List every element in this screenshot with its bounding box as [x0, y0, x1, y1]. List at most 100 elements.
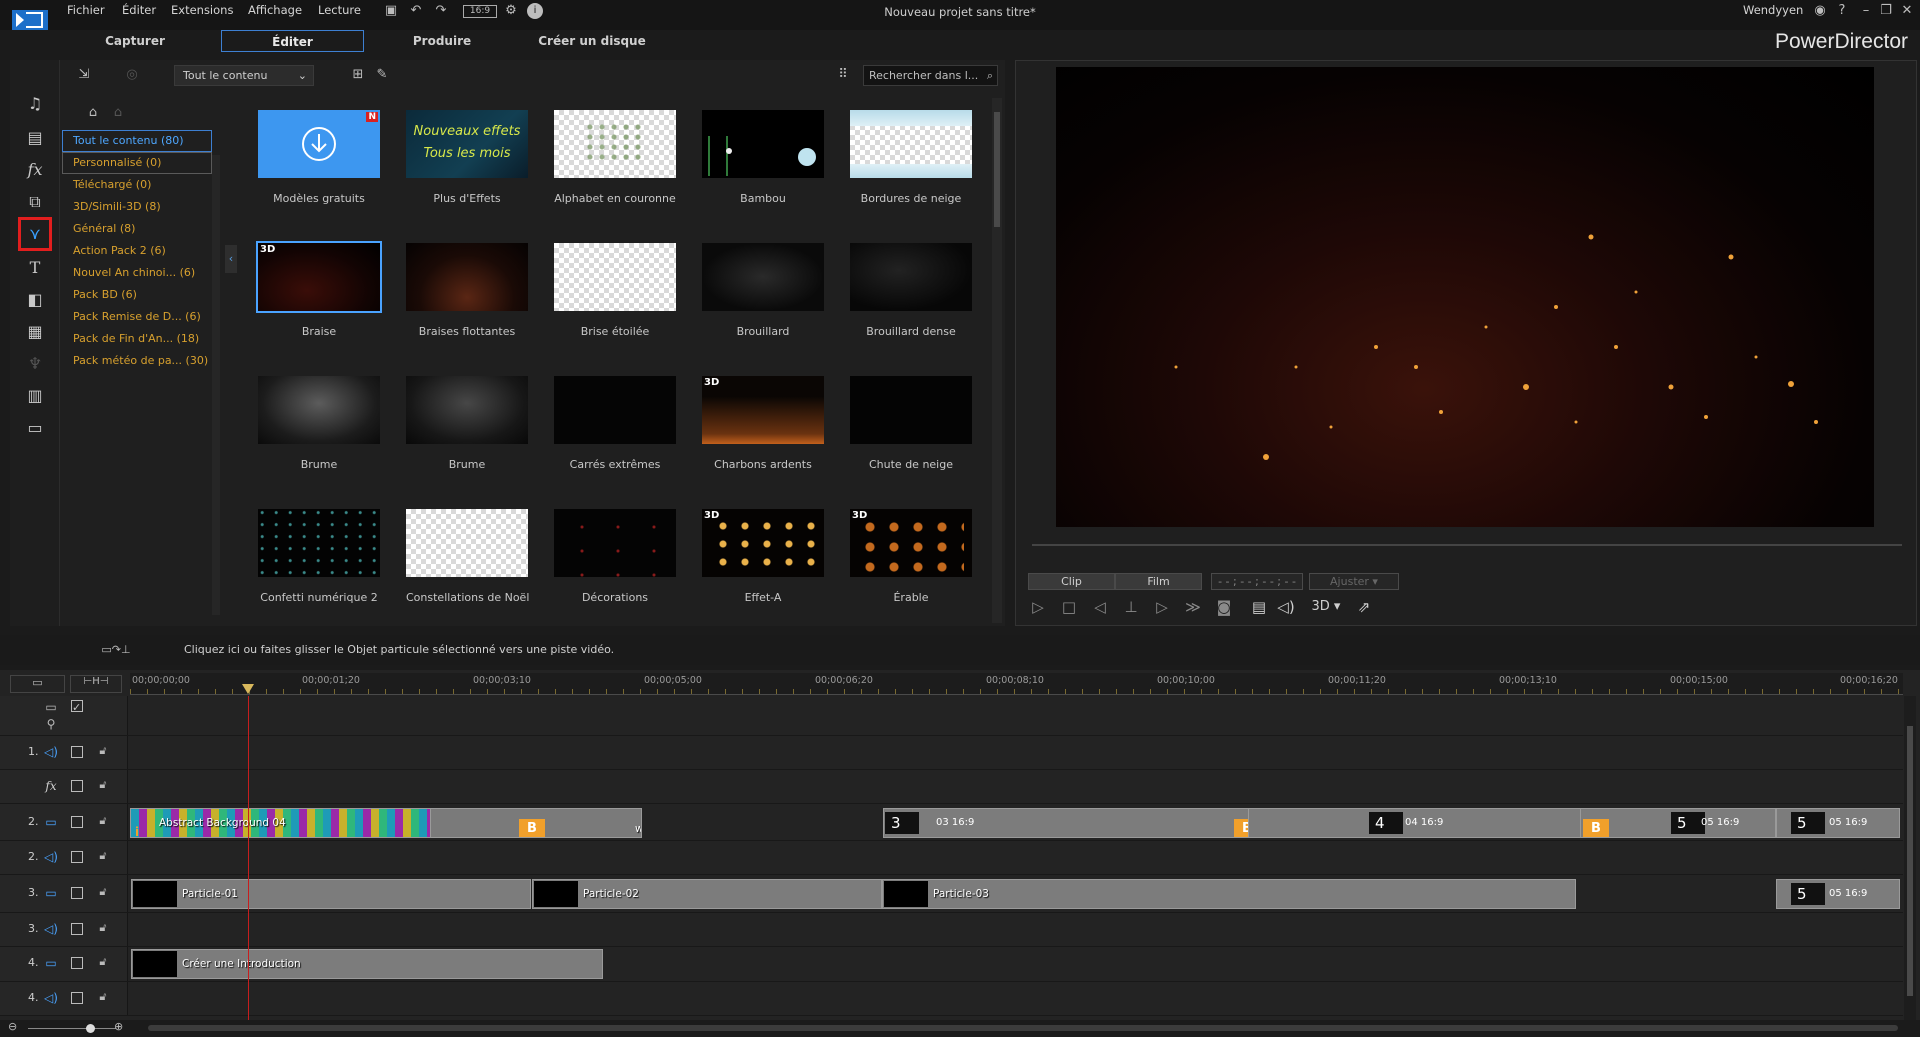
restore-icon[interactable]: ❐ [1878, 3, 1894, 19]
lock-icon[interactable]: 🔓︎ [96, 814, 110, 830]
category-item[interactable]: Personnalisé (0) [62, 152, 212, 174]
marker-pin-icon[interactable]: ⚲ [43, 716, 59, 732]
menu-view[interactable]: Affichage [248, 3, 302, 17]
category-item[interactable]: Pack Remise de D... (6) [62, 306, 212, 328]
timeline-horizontal-scrollbar[interactable] [148, 1025, 1898, 1031]
title-clip[interactable]: 3 03 16:9 B [883, 808, 1250, 838]
category-item[interactable]: Pack météo de pa... (30) [62, 350, 212, 372]
title-clip[interactable]: 5 05 16:9 [1776, 879, 1900, 909]
menu-file[interactable]: Fichier [67, 3, 105, 17]
previous-frame-icon[interactable]: ◁ [1090, 597, 1110, 617]
fast-forward-icon[interactable]: ≫ [1183, 597, 1203, 617]
timeline-storyboard-toggle-icon[interactable]: ▭↷⊥ [86, 642, 146, 658]
video-clip[interactable]: B w [430, 808, 642, 838]
library-item[interactable]: Braises flottantes [406, 243, 528, 338]
fx-room-icon[interactable]: fx [23, 158, 47, 182]
user-name[interactable]: Wendyyen [1743, 3, 1803, 17]
library-scrollbar[interactable] [992, 98, 1002, 623]
template-room-icon[interactable]: ▤ [23, 126, 47, 150]
category-item[interactable]: Téléchargé (0) [62, 174, 212, 196]
library-item[interactable]: Brise étoilée [554, 243, 676, 338]
help-icon[interactable]: ? [1834, 3, 1850, 19]
fit-select[interactable]: Ajuster ▾ [1309, 573, 1399, 590]
library-item[interactable]: N Modèles gratuits [258, 110, 380, 205]
search-icon[interactable]: ⌕ [987, 66, 993, 85]
category-item[interactable]: Nouvel An chinoi... (6) [62, 262, 212, 284]
library-item[interactable]: Confetti numérique 2 [258, 509, 380, 604]
category-item[interactable]: Action Pack 2 (6) [62, 240, 212, 262]
lock-icon[interactable]: 🔓︎ [96, 885, 110, 901]
title-clip[interactable]: B 5 05 16:9 [1580, 808, 1776, 838]
next-frame-icon[interactable]: ▷ [1152, 597, 1172, 617]
fit-timeline-icon[interactable]: ⊢H⊣ [70, 675, 122, 693]
chapter-room-icon[interactable]: ▥ [23, 384, 47, 408]
category-item[interactable]: Pack BD (6) [62, 284, 212, 306]
title-clip[interactable]: 5 05 16:9 [1776, 808, 1900, 838]
track-enable-checkbox[interactable] [71, 851, 83, 863]
user-account-icon[interactable]: ◉ [1812, 3, 1828, 19]
add-tag-icon[interactable]: ⌂ [85, 105, 101, 121]
zoom-slider[interactable] [28, 1028, 116, 1029]
track-enable-checkbox[interactable] [71, 992, 83, 1004]
category-scrollbar[interactable] [212, 155, 220, 615]
collapse-panel-button[interactable]: ‹ [225, 245, 237, 273]
preview-seekbar[interactable] [1032, 544, 1902, 546]
track-enable-checkbox[interactable] [71, 957, 83, 969]
library-item[interactable]: Alphabet en couronne [554, 110, 676, 205]
library-item[interactable]: Nouveaux effets Tous les mois Plus d'Eff… [406, 110, 528, 205]
timecode-display[interactable]: - - ; - - ; - - ; - - [1211, 573, 1303, 590]
library-item[interactable]: Brume [258, 376, 380, 471]
film-mode-button[interactable]: Film [1115, 573, 1202, 590]
subtitle-room-icon[interactable]: ▭ [23, 416, 47, 440]
lock-icon[interactable]: 🔓︎ [96, 990, 110, 1006]
menu-extensions[interactable]: Extensions [171, 3, 233, 17]
track-enable-checkbox[interactable] [71, 923, 83, 935]
content-filter-select[interactable]: Tout le contenu ⌄ [174, 65, 314, 86]
tab-edit[interactable]: Éditer [221, 30, 364, 52]
lock-icon[interactable]: 🔓︎ [96, 778, 110, 794]
audio-mixing-icon[interactable]: ▦ [23, 320, 47, 344]
library-item[interactable]: Brouillard [702, 243, 824, 338]
zoom-in-icon[interactable]: ⊕ [114, 1020, 123, 1033]
library-item[interactable]: Carrés extrêmes [554, 376, 676, 471]
timeline-ruler[interactable]: 00;00;00;00 00;00;01;20 00;00;03;10 00;0… [130, 673, 1903, 695]
info-icon[interactable]: i [527, 3, 543, 19]
library-item[interactable]: 3D Érable [850, 509, 972, 604]
play-icon[interactable]: ▷ [1028, 597, 1048, 617]
add-to-timeline-icon[interactable]: ⊞ [350, 67, 366, 83]
title-clip[interactable]: 4 04 16:9 [1248, 808, 1582, 838]
track-enable-checkbox[interactable] [71, 887, 83, 899]
preview-screen[interactable] [1056, 67, 1874, 527]
3d-mode-button[interactable]: 3D ▾ [1308, 597, 1344, 617]
modify-particle-icon[interactable]: ✎ [374, 67, 390, 83]
tab-produce[interactable]: Produire [382, 30, 502, 52]
library-item[interactable]: Bordures de neige [850, 110, 972, 205]
import-icon[interactable]: ⇲ [76, 67, 92, 83]
library-item[interactable]: Brouillard dense [850, 243, 972, 338]
particle-room-icon[interactable]: ⋎ [18, 217, 52, 251]
snapshot-icon[interactable]: ◙ [1214, 597, 1234, 617]
aspect-ratio-button[interactable]: 16:9 [463, 5, 497, 18]
library-search-input[interactable]: Rechercher dans l... ⌕ [863, 65, 998, 86]
redo-icon[interactable]: ↷ [433, 3, 449, 19]
category-item[interactable]: Pack de Fin d'An... (18) [62, 328, 212, 350]
particle-clip[interactable]: Particle-01 [131, 879, 531, 909]
menu-playback[interactable]: Lecture [318, 3, 361, 17]
timeline-vertical-scroll-thumb[interactable] [1907, 726, 1913, 996]
library-item[interactable]: Constellations de Noël [406, 509, 529, 604]
settings-gear-icon[interactable]: ⚙ [503, 3, 519, 19]
volume-icon[interactable]: ◁) [1276, 597, 1296, 617]
playhead[interactable] [248, 696, 249, 1026]
transition-room-icon[interactable]: ◧ [23, 288, 47, 312]
lock-icon[interactable]: 🔓︎ [96, 955, 110, 971]
track-enable-checkbox[interactable] [71, 746, 83, 758]
split-icon[interactable]: ⊥ [1121, 597, 1141, 617]
library-item[interactable]: 3D Braise [256, 241, 382, 338]
undock-icon[interactable]: ⇗ [1354, 597, 1374, 617]
clip-mode-button[interactable]: Clip [1028, 573, 1115, 590]
library-scroll-thumb[interactable] [994, 112, 1000, 227]
chapter-icon[interactable]: ▭ [43, 699, 59, 715]
tab-capture[interactable]: Capturer [75, 30, 195, 52]
particle-clip[interactable]: Particle-03 [882, 879, 1576, 909]
library-item[interactable]: Bambou [702, 110, 824, 205]
